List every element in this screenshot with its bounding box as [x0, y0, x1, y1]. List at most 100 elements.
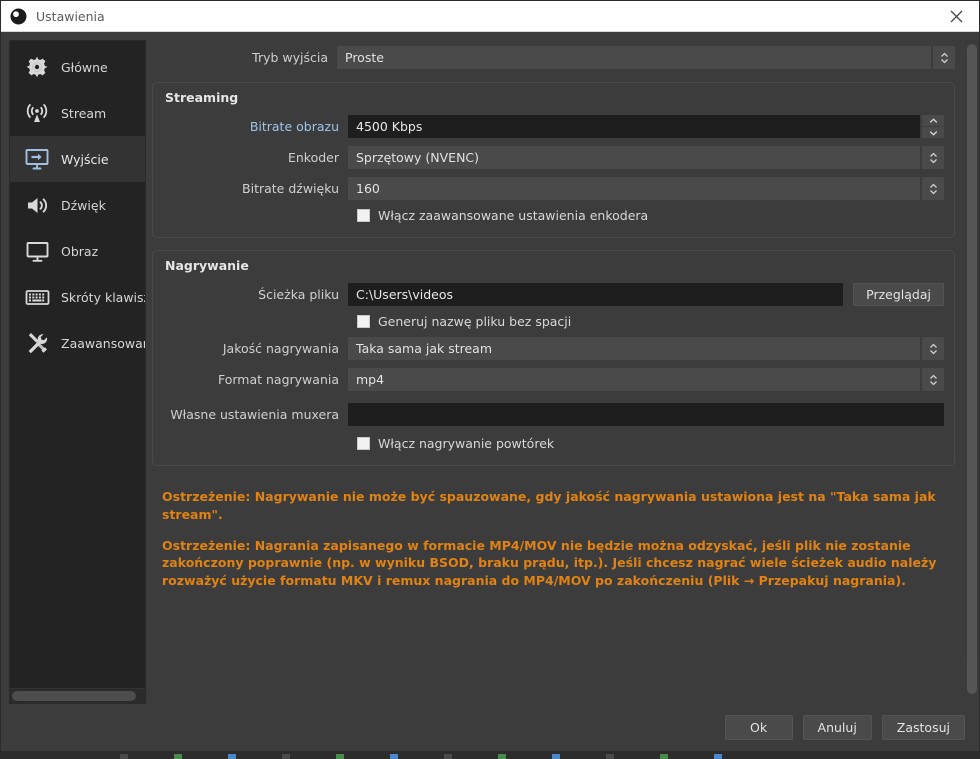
main-vertical-scrollbar[interactable] — [965, 40, 979, 657]
video-bitrate-field: 4500 Kbps — [348, 115, 944, 138]
recording-quality-field: Taka sama jak stream — [348, 337, 944, 360]
sidebar-item-label: Zaawansowane — [61, 336, 145, 351]
recording-format-label: Format nagrywania — [163, 372, 348, 387]
window-titlebar: Ustawienia — [1, 1, 979, 32]
recording-quality-select[interactable]: Taka sama jak stream — [348, 337, 920, 360]
strip-tick — [498, 754, 506, 759]
file-path-label: Ścieżka pliku — [163, 287, 348, 302]
video-bitrate-row: Bitrate obrazu 4500 Kbps — [163, 115, 944, 138]
video-bitrate-input[interactable]: 4500 Kbps — [348, 115, 920, 138]
recording-format-row: Format nagrywania mp4 — [163, 368, 944, 391]
sidebar-item-output[interactable]: Wyjście — [10, 136, 145, 182]
settings-sidebar: Główne Stream — [9, 40, 146, 704]
sidebar-item-label: Dźwięk — [61, 198, 106, 213]
gear-icon — [22, 52, 52, 82]
strip-tick — [336, 754, 344, 759]
muxer-settings-label: Własne ustawienia muxera — [163, 407, 348, 422]
strip-tick — [390, 754, 398, 759]
sidebar-item-video[interactable]: Obraz — [10, 228, 145, 274]
sidebar-item-general[interactable]: Główne — [10, 44, 145, 90]
speaker-icon — [22, 190, 52, 220]
sidebar-item-label: Skróty klawiszowe — [61, 290, 145, 305]
scrollbar-thumb[interactable] — [12, 691, 136, 701]
chevron-updown-icon[interactable] — [922, 146, 944, 169]
strip-tick — [444, 754, 452, 759]
recording-group: Nagrywanie Ścieżka pliku C:\Users\videos… — [152, 250, 955, 466]
strip-tick — [228, 754, 236, 759]
strip-tick — [120, 754, 128, 759]
apply-button[interactable]: Zastosuj — [882, 715, 965, 740]
muxer-settings-row: Własne ustawienia muxera — [163, 403, 944, 426]
no-spaces-checkbox[interactable] — [357, 315, 370, 328]
chevron-updown-icon[interactable] — [922, 368, 944, 391]
advanced-encoder-label[interactable]: Włącz zaawansowane ustawienia enkodera — [378, 208, 648, 223]
encoder-row: Enkoder Sprzętowy (NVENC) — [163, 146, 944, 169]
browse-button[interactable]: Przeglądaj — [853, 283, 944, 306]
strip-tick — [282, 754, 290, 759]
chevron-up-icon[interactable] — [922, 115, 944, 126]
output-mode-select[interactable]: Proste — [337, 46, 931, 69]
strip-tick — [660, 754, 668, 759]
settings-main-area: Tryb wyjścia Proste Streaming — [146, 40, 979, 751]
dialog-body: Główne Stream — [1, 32, 979, 751]
file-path-row: Ścieżka pliku C:\Users\videos Przeglądaj — [163, 283, 944, 306]
chevron-down-icon[interactable] — [922, 126, 944, 138]
encoder-field: Sprzętowy (NVENC) — [348, 146, 944, 169]
ok-button[interactable]: Ok — [725, 715, 793, 740]
audio-bitrate-label: Bitrate dźwięku — [163, 181, 348, 196]
sidebar-horizontal-scrollbar[interactable] — [10, 688, 145, 703]
obs-main-window-strip — [0, 752, 980, 759]
streaming-group-title: Streaming — [165, 90, 944, 105]
settings-scroll-area: Tryb wyjścia Proste Streaming — [146, 40, 979, 704]
sidebar-item-hotkeys[interactable]: Skróty klawiszowe — [10, 274, 145, 320]
output-mode-row: Tryb wyjścia Proste — [152, 46, 955, 69]
replay-buffer-checkbox[interactable] — [357, 437, 370, 450]
recording-format-select[interactable]: mp4 — [348, 368, 920, 391]
file-path-field: C:\Users\videos Przeglądaj — [348, 283, 944, 306]
muxer-settings-input[interactable] — [348, 403, 944, 426]
output-icon — [22, 144, 52, 174]
window-title: Ustawienia — [36, 9, 105, 24]
sidebar-item-label: Główne — [61, 60, 108, 75]
replay-buffer-label[interactable]: Włącz nagrywanie powtórek — [378, 436, 554, 451]
video-bitrate-label: Bitrate obrazu — [163, 119, 348, 134]
chevron-updown-icon[interactable] — [922, 177, 944, 200]
sidebar-item-stream[interactable]: Stream — [10, 90, 145, 136]
tools-icon — [22, 328, 52, 358]
video-bitrate-stepper[interactable] — [922, 115, 944, 138]
encoder-label: Enkoder — [163, 150, 348, 165]
settings-dialog: Ustawienia Główne — [0, 0, 980, 752]
muxer-settings-field — [348, 403, 944, 426]
dialog-footer: Ok Anuluj Zastosuj — [146, 704, 979, 751]
audio-bitrate-field: 160 — [348, 177, 944, 200]
broadcast-icon — [22, 98, 52, 128]
strip-tick — [714, 754, 722, 759]
chevron-updown-icon[interactable] — [933, 46, 955, 69]
advanced-encoder-checkbox[interactable] — [357, 209, 370, 222]
sidebar-item-label: Obraz — [61, 244, 98, 259]
no-spaces-row: Generuj nazwę pliku bez spacji — [163, 314, 944, 329]
keyboard-icon — [22, 282, 52, 312]
recording-group-title: Nagrywanie — [165, 258, 944, 273]
scrollbar-thumb[interactable] — [967, 44, 977, 694]
recording-format-field: mp4 — [348, 368, 944, 391]
chevron-updown-icon[interactable] — [922, 337, 944, 360]
sidebar-item-advanced[interactable]: Zaawansowane — [10, 320, 145, 366]
sidebar-item-label: Wyjście — [61, 152, 109, 167]
strip-tick — [606, 754, 614, 759]
monitor-icon — [22, 236, 52, 266]
warning-mp4-recovery: Ostrzeżenie: Nagrania zapisanego w forma… — [162, 537, 943, 590]
encoder-select[interactable]: Sprzętowy (NVENC) — [348, 146, 920, 169]
file-path-input[interactable]: C:\Users\videos — [348, 283, 843, 306]
sidebar-item-label: Stream — [61, 106, 106, 121]
no-spaces-label[interactable]: Generuj nazwę pliku bez spacji — [378, 314, 571, 329]
recording-quality-label: Jakość nagrywania — [163, 341, 348, 356]
recording-quality-row: Jakość nagrywania Taka sama jak stream — [163, 337, 944, 360]
cancel-button[interactable]: Anuluj — [803, 715, 872, 740]
audio-bitrate-select[interactable]: 160 — [348, 177, 920, 200]
close-icon[interactable] — [933, 1, 979, 32]
replay-buffer-row: Włącz nagrywanie powtórek — [163, 436, 944, 451]
strip-tick — [552, 754, 560, 759]
output-mode-field: Proste — [337, 46, 955, 69]
sidebar-item-audio[interactable]: Dźwięk — [10, 182, 145, 228]
